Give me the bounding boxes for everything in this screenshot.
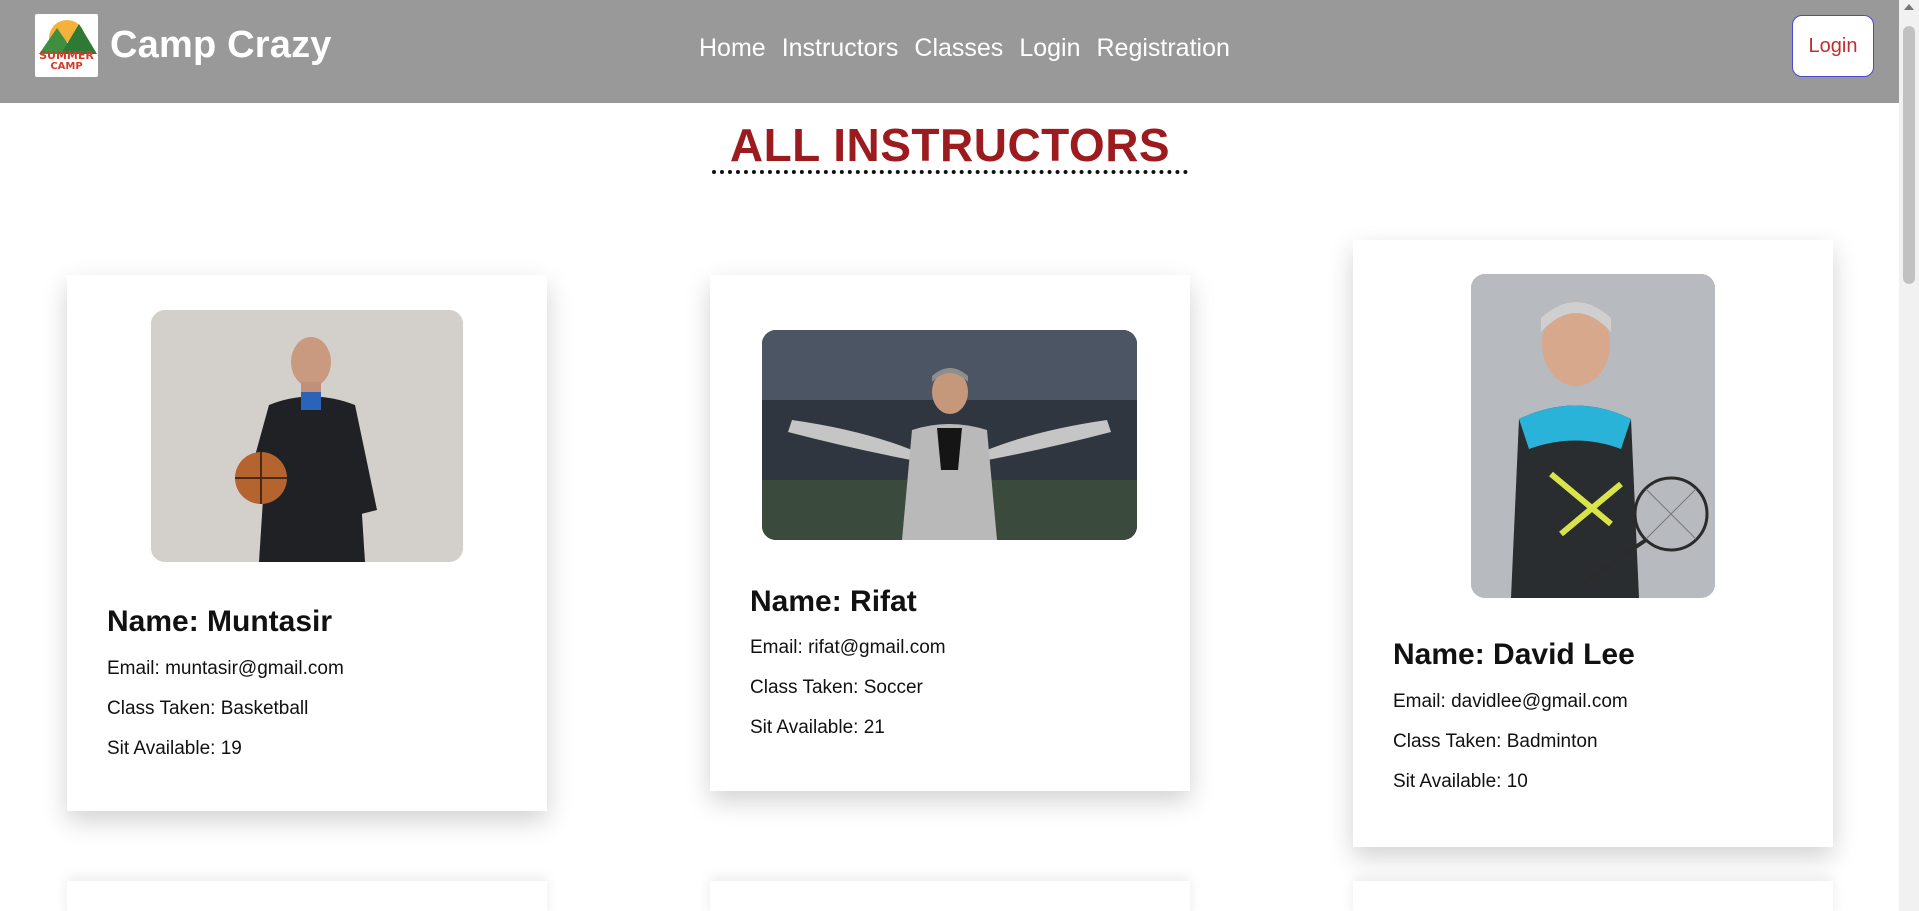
navbar: SUMMER CAMP Camp Crazy Home Instructors … <box>0 0 1899 103</box>
summer-camp-logo: SUMMER CAMP <box>35 14 98 77</box>
badminton-coach-photo <box>1471 274 1715 598</box>
login-button[interactable]: Login <box>1792 15 1874 77</box>
nav-login-link[interactable]: Login <box>1019 34 1080 63</box>
nav-home-link[interactable]: Home <box>699 34 766 63</box>
nav-registration-link[interactable]: Registration <box>1096 34 1229 63</box>
page: SUMMER CAMP Camp Crazy Home Instructors … <box>0 0 1919 911</box>
page-title: ALL INSTRUCTORS <box>729 119 1171 171</box>
instructor-seats: Sit Available: 10 <box>1393 771 1528 792</box>
instructor-card-partial <box>67 881 547 911</box>
instructor-card: Name: Rifat Email: rifat@gmail.com Class… <box>710 275 1190 791</box>
instructor-email: Email: rifat@gmail.com <box>750 637 946 658</box>
page-title-wrap: ALL INSTRUCTORS <box>710 118 1190 178</box>
title-dotted-underline <box>712 170 1188 174</box>
basketball-coach-photo <box>151 310 463 562</box>
instructor-card: Name: Muntasir Email: muntasir@gmail.com… <box>67 275 547 811</box>
main-nav: Home Instructors Classes Login Registrat… <box>699 34 1230 63</box>
nav-instructors-link[interactable]: Instructors <box>782 34 899 63</box>
instructor-name: Name: David Lee <box>1393 638 1635 671</box>
instructor-seats: Sit Available: 21 <box>750 717 885 738</box>
vertical-scrollbar[interactable] <box>1899 0 1919 911</box>
instructor-name: Name: Rifat <box>750 585 917 618</box>
instructor-photo <box>151 310 463 562</box>
instructor-name: Name: Muntasir <box>107 605 333 638</box>
soccer-coach-photo <box>762 330 1137 540</box>
logo-text-line2: CAMP <box>50 61 83 72</box>
instructor-card: Name: David Lee Email: davidlee@gmail.co… <box>1353 240 1833 847</box>
instructor-email: Email: davidlee@gmail.com <box>1393 691 1628 712</box>
instructor-seats: Sit Available: 19 <box>107 738 242 759</box>
instructor-email: Email: muntasir@gmail.com <box>107 658 344 679</box>
instructor-class: Class Taken: Badminton <box>1393 731 1598 752</box>
brand[interactable]: SUMMER CAMP Camp Crazy <box>35 14 332 77</box>
scroll-up-arrow-icon[interactable] <box>1904 4 1914 10</box>
instructor-card-partial <box>1353 881 1833 911</box>
instructor-photo <box>762 330 1137 540</box>
instructor-card-partial <box>710 881 1190 911</box>
instructor-class: Class Taken: Basketball <box>107 698 309 719</box>
instructor-class: Class Taken: Soccer <box>750 677 923 698</box>
brand-name[interactable]: Camp Crazy <box>110 24 332 67</box>
nav-classes-link[interactable]: Classes <box>914 34 1003 63</box>
instructor-photo <box>1471 274 1715 598</box>
logo-text-line1: SUMMER <box>39 49 94 62</box>
scrollbar-thumb[interactable] <box>1903 26 1915 284</box>
